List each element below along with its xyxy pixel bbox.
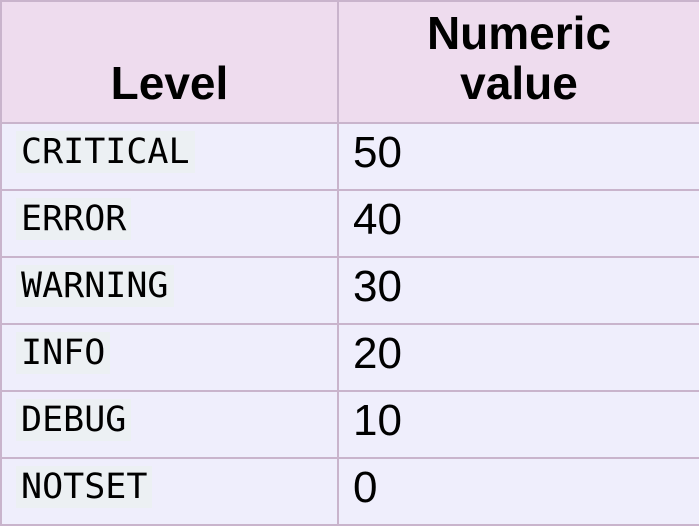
table-row: INFO 20	[0, 323, 699, 392]
level-header-label: Level	[110, 57, 229, 109]
header-row: Level Numeric value	[0, 0, 699, 124]
numeric-value-cell: 10	[337, 390, 699, 459]
level-name-code: CRITICAL	[16, 131, 195, 173]
table-row: DEBUG 10	[0, 390, 699, 459]
level-cell: NOTSET	[0, 457, 339, 526]
value-header-line2: value	[460, 57, 578, 109]
logging-levels-table: Level Numeric value CRITICAL 50 ERROR 40 …	[0, 0, 699, 526]
numeric-value-cell: 30	[337, 256, 699, 325]
level-name-code: ERROR	[16, 198, 132, 240]
table-row: WARNING 30	[0, 256, 699, 325]
numeric-value-cell: 20	[337, 323, 699, 392]
level-cell: DEBUG	[0, 390, 339, 459]
numeric-value-cell: 40	[337, 189, 699, 258]
level-name-code: INFO	[16, 332, 111, 374]
level-name-code: WARNING	[16, 265, 174, 307]
table-row: ERROR 40	[0, 189, 699, 258]
level-name-code: NOTSET	[16, 466, 153, 508]
value-header-line1: Numeric	[426, 7, 612, 59]
level-cell: INFO	[0, 323, 339, 392]
level-cell: WARNING	[0, 256, 339, 325]
level-column-header: Level	[0, 0, 339, 124]
level-cell: ERROR	[0, 189, 339, 258]
numeric-value-cell: 50	[337, 122, 699, 191]
level-cell: CRITICAL	[0, 122, 339, 191]
table-row: NOTSET 0	[0, 457, 699, 526]
numeric-value-cell: 0	[337, 457, 699, 526]
numeric-value-column-header: Numeric value	[337, 0, 699, 124]
level-name-code: DEBUG	[16, 399, 132, 441]
table-row: CRITICAL 50	[0, 122, 699, 191]
